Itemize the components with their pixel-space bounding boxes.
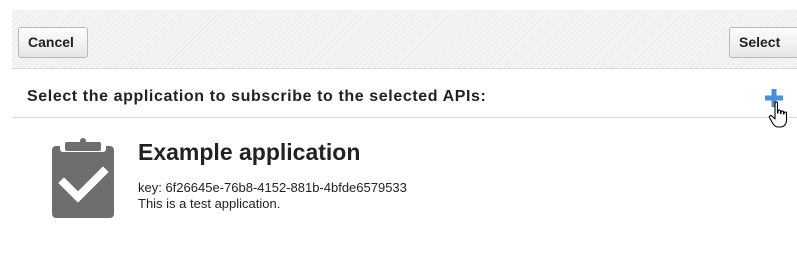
application-description: This is a test application. (138, 196, 281, 211)
cancel-button[interactable]: Cancel (18, 27, 88, 58)
application-name: Example application (138, 139, 361, 165)
hand-pointer-cursor (768, 101, 788, 128)
clipboard-check-icon (52, 134, 114, 218)
select-button[interactable]: Select (729, 27, 797, 58)
toolbar: Cancel Select (12, 10, 797, 69)
divider (12, 117, 797, 118)
page-title: Select the application to subscribe to t… (27, 88, 487, 105)
application-key: key: 6f26645e-76b8-4152-881b-4bfde657953… (138, 180, 407, 195)
